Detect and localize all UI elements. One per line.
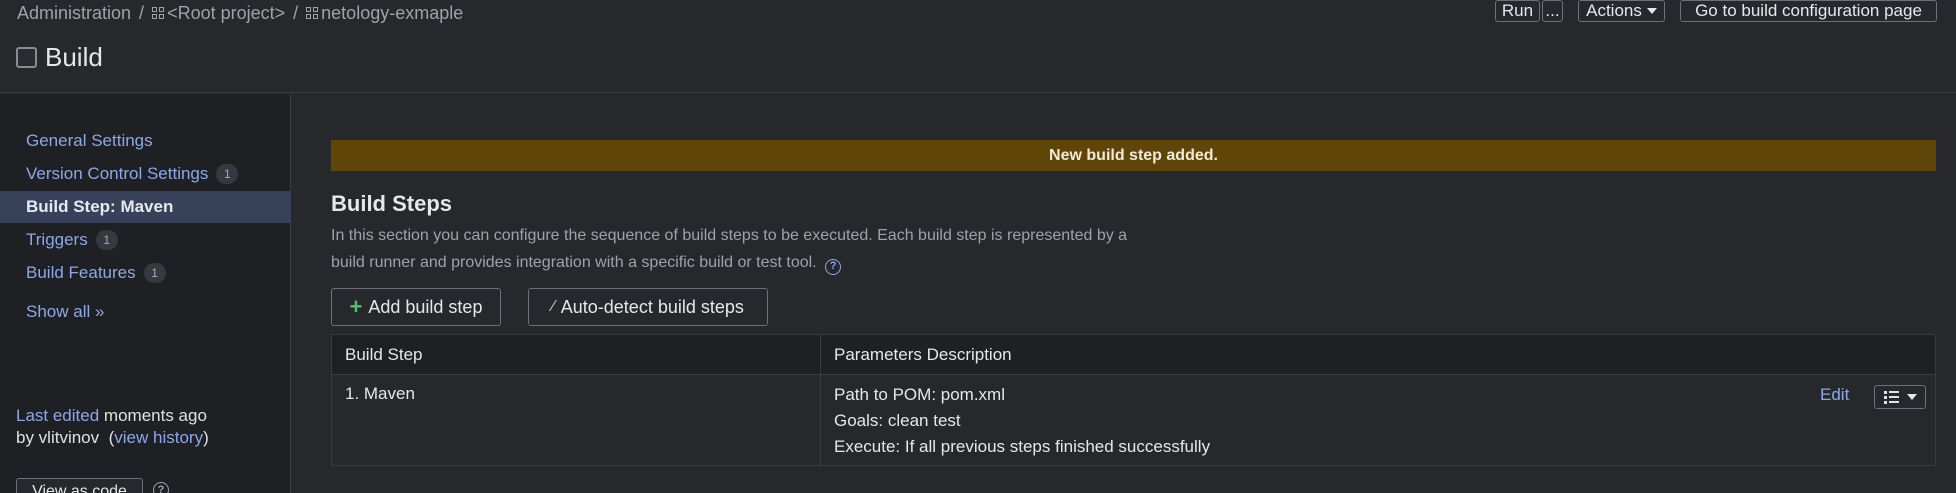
row-options-button[interactable] <box>1874 385 1926 409</box>
count-badge: 1 <box>143 263 166 283</box>
parameter-execute: Execute: If all previous steps finished … <box>834 437 1211 456</box>
go-to-build-configuration-button[interactable]: Go to build configuration page <box>1680 0 1937 22</box>
breadcrumb-root-project-label: <Root project> <box>167 2 286 23</box>
notice-banner: New build step added. <box>331 140 1936 171</box>
sidebar-item-label: General Settings <box>26 131 153 150</box>
run-button[interactable]: Run <box>1495 0 1540 22</box>
sidebar-item-version-control[interactable]: Version Control Settings 1 <box>0 158 291 190</box>
description-line-1: In this section you can configure the se… <box>331 227 1128 244</box>
parameter-pom-path: Path to POM: pom.xml <box>834 385 1005 404</box>
count-badge: 1 <box>95 230 118 250</box>
project-grid-icon <box>306 7 319 19</box>
project-grid-icon <box>152 7 165 19</box>
last-edited-link[interactable]: Last edited <box>16 406 99 425</box>
last-edited-info: Last edited moments ago by vlitvinov (vi… <box>16 406 209 447</box>
page-title: Build <box>45 41 103 72</box>
section-title: Build Steps <box>331 191 453 216</box>
actions-button[interactable]: Actions <box>1578 0 1665 22</box>
breadcrumb-separator: / <box>293 2 299 23</box>
breadcrumb-administration[interactable]: Administration <box>17 3 131 24</box>
breadcrumb-project[interactable]: netology-exmaple <box>306 3 463 24</box>
caret-down-icon <box>1906 394 1917 400</box>
add-build-step-label: Add build step <box>368 296 483 317</box>
description-line-2: build runner and provides integration wi… <box>331 254 817 271</box>
sidebar-item-triggers[interactable]: Triggers 1 <box>0 224 291 256</box>
sidebar-item-label: Build Step: Maven <box>26 197 174 216</box>
view-as-code-button[interactable]: View as code <box>16 478 143 493</box>
column-divider <box>820 335 821 467</box>
breadcrumb-root-project[interactable]: <Root project> <box>152 3 285 24</box>
build-steps-table: Build Step Parameters Description 1. Mav… <box>331 334 1936 467</box>
parameter-goals: Goals: clean test <box>834 411 961 430</box>
table-row-step-name[interactable]: 1. Maven <box>345 384 415 404</box>
plus-icon: + <box>349 294 363 319</box>
sidebar-item-label: Version Control Settings <box>26 164 209 183</box>
view-history-link[interactable]: view history <box>114 428 203 447</box>
sidebar-item-build-features[interactable]: Build Features 1 <box>0 257 291 289</box>
run-options-button[interactable]: ... <box>1542 0 1563 22</box>
table-header-row: Build Step Parameters Description <box>332 335 1935 375</box>
edit-link[interactable]: Edit <box>1820 385 1849 405</box>
page-title-row: Build <box>16 42 103 72</box>
count-badge: 1 <box>216 164 239 184</box>
column-header-build-step: Build Step <box>345 345 423 364</box>
sidebar: General Settings Version Control Setting… <box>0 94 291 493</box>
actions-label: Actions <box>1586 1 1642 20</box>
section-description: In this section you can configure the se… <box>331 222 1131 276</box>
sidebar-item-label: Build Features <box>26 263 136 282</box>
sidebar-item-build-step-maven[interactable]: Build Step: Maven <box>0 191 291 223</box>
help-icon[interactable]: ? <box>153 482 169 493</box>
show-all-link[interactable]: Show all » <box>26 302 104 322</box>
breadcrumb-separator: / <box>139 2 145 23</box>
checkbox-icon[interactable] <box>16 46 37 68</box>
column-header-parameters: Parameters Description <box>834 345 1012 364</box>
help-icon[interactable]: ? <box>825 258 842 275</box>
auto-detect-label: Auto-detect build steps <box>560 296 744 317</box>
breadcrumb: Administration / <Root project> / netolo… <box>17 2 463 24</box>
caret-down-icon <box>1646 8 1657 14</box>
last-edited-time: moments ago <box>103 406 207 425</box>
sidebar-item-label: Triggers <box>26 230 88 249</box>
add-build-step-button[interactable]: + Add build step <box>331 288 501 326</box>
sidebar-item-general-settings[interactable]: General Settings <box>0 125 291 157</box>
table-row-parameters: Path to POM: pom.xml Goals: clean test E… <box>834 382 1210 460</box>
page-header: Administration / <Root project> / netolo… <box>0 0 1956 93</box>
last-edited-by: by vlitvinov <box>16 428 100 447</box>
magic-wand-icon: ⁄ <box>552 298 555 315</box>
breadcrumb-project-label: netology-exmaple <box>321 2 464 23</box>
auto-detect-button[interactable]: ⁄ Auto-detect build steps <box>528 288 768 326</box>
list-icon <box>1883 390 1899 404</box>
